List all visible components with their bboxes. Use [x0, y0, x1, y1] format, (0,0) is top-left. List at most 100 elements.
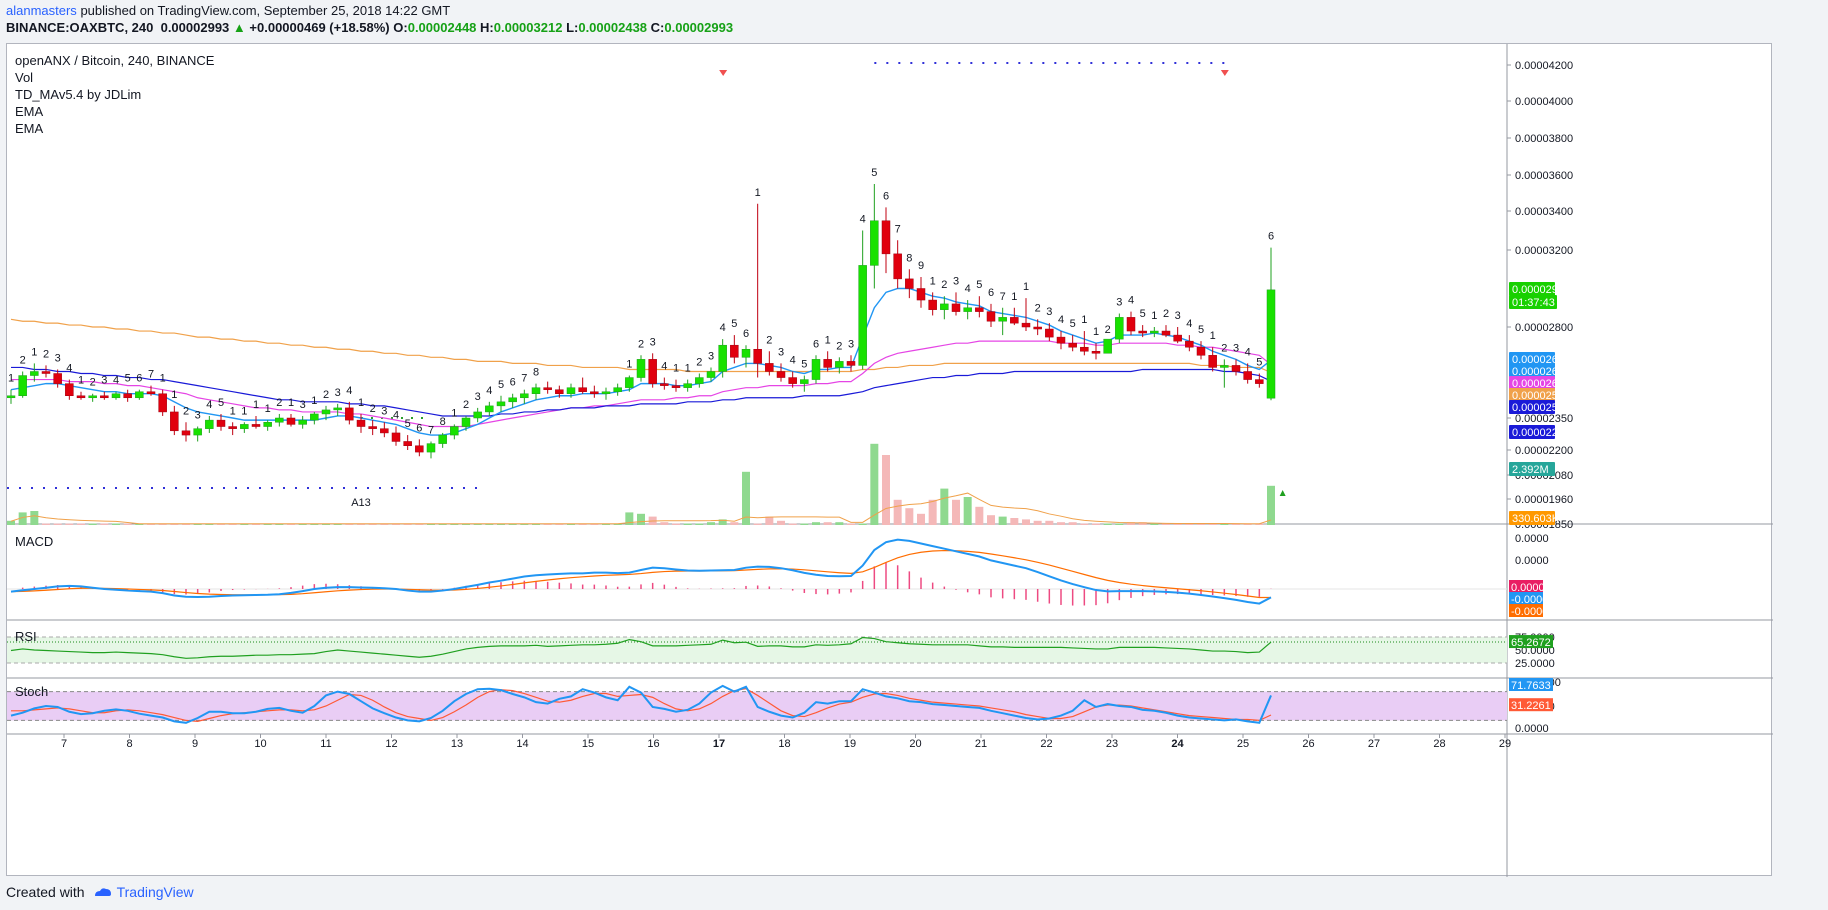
volume-bar	[77, 523, 85, 525]
td-count-label: 3	[708, 350, 714, 362]
time-tick-label: 16	[647, 738, 659, 750]
td-count-label: 2	[183, 405, 189, 417]
candle-body	[636, 359, 646, 378]
candle-body	[1103, 338, 1112, 354]
candle-body	[496, 401, 506, 407]
tradingview-link[interactable]: TradingView	[93, 884, 194, 900]
candle-body	[1115, 317, 1124, 340]
price-tick-label: 0.00003400	[1515, 206, 1573, 218]
candle-body	[916, 288, 926, 301]
volume-bar	[987, 515, 995, 525]
legend-vol[interactable]: Vol	[15, 69, 214, 86]
candle-body	[846, 361, 856, 366]
td-count-label: 1	[685, 363, 691, 375]
candle-body	[415, 445, 424, 453]
td-count-label: 3	[475, 391, 481, 403]
candle-body	[695, 377, 704, 384]
candle-body	[240, 424, 249, 429]
candle-body	[426, 443, 436, 453]
volume-bar	[823, 522, 832, 525]
td-count-label: 3	[195, 410, 201, 422]
volume-bar	[1115, 523, 1124, 525]
td-count-label: 2	[276, 397, 282, 409]
candle-body	[1266, 289, 1276, 399]
legend-td[interactable]: TD_MAv5.4 by JDLim	[15, 86, 214, 103]
footer: Created with TradingView	[6, 884, 194, 900]
candle-body	[683, 383, 692, 388]
candle-body	[485, 405, 494, 413]
candle-body	[531, 387, 541, 394]
candle-body	[671, 385, 681, 388]
volume-bar	[917, 513, 925, 525]
rsi-badge-label: 65.2672	[1511, 637, 1551, 649]
candle-body	[450, 426, 459, 436]
volume-bar	[940, 488, 949, 525]
time-tick-label: 15	[582, 738, 594, 750]
td-count-label: 1	[1093, 326, 1099, 338]
price-tick-label: 0.00002800	[1515, 322, 1573, 334]
candle-body	[1173, 334, 1182, 342]
candle-body	[1243, 371, 1252, 380]
candle-body	[601, 391, 611, 394]
td-count-label: 1	[1151, 310, 1157, 322]
time-tick-label: 17	[713, 738, 725, 750]
td-count-label: 5	[125, 373, 131, 385]
candle-body	[205, 419, 214, 429]
candle-body	[788, 377, 797, 384]
author-link[interactable]: alanmasters	[6, 3, 77, 18]
td-count-label: 5	[1070, 318, 1076, 330]
candle-body	[648, 359, 657, 384]
candle-body	[1220, 365, 1229, 368]
candle-body	[76, 395, 86, 399]
td-count-label: 5	[871, 167, 877, 179]
legend-ema-1[interactable]: EMA	[15, 103, 214, 120]
td-count-label: 2	[90, 377, 96, 389]
candle-body	[870, 220, 879, 266]
td-count-label: 7	[148, 369, 154, 381]
chart-canvas[interactable]: 0.00004200 0.00004000 0.00003800 0.00003600…	[7, 44, 1773, 877]
chart-container[interactable]: 0.00004200 0.00004000 0.00003800 0.00003600…	[6, 43, 1773, 877]
td-count-label: 2	[323, 389, 329, 401]
low-label: L:	[566, 20, 579, 35]
candle-body	[438, 434, 447, 444]
candle-body	[928, 299, 937, 310]
price-badge-label: 0.00002532	[1512, 402, 1570, 414]
price-badge-label: 0.00002993	[1512, 284, 1570, 296]
volume-bar	[765, 516, 774, 525]
time-tick-label: 26	[1302, 738, 1314, 750]
candle-body	[776, 371, 786, 378]
time-tick-label: 28	[1433, 738, 1445, 750]
td-count-label: 2	[463, 399, 469, 411]
candle-body	[1045, 328, 1054, 338]
candle-body	[380, 428, 389, 434]
volume-bar	[882, 455, 890, 525]
candle-body	[170, 411, 179, 432]
candle-body	[65, 383, 74, 397]
price-tick-label: 0.00003600	[1515, 170, 1573, 182]
close-label: C:	[650, 20, 665, 35]
candle-body	[391, 432, 401, 442]
td-count-label: 1	[1023, 281, 1029, 293]
volume-bar	[952, 499, 960, 525]
candle-body	[321, 409, 331, 415]
last-price: 0.00002993	[160, 20, 230, 35]
stoch-pane-label: Stoch	[15, 684, 49, 699]
price-badge-label: 2.392M	[1512, 464, 1549, 476]
time-tick-label: 22	[1040, 738, 1052, 750]
legend-ema-2[interactable]: EMA	[15, 120, 214, 137]
price-tick-label: 0.00002200	[1515, 445, 1573, 457]
td-count-label: 1	[8, 373, 14, 385]
candle-body	[1010, 317, 1019, 324]
price-tick-label: 0.00001960	[1515, 494, 1573, 506]
time-tick-label: 14	[516, 738, 528, 750]
candle-body	[30, 371, 39, 376]
time-tick-label: 29	[1499, 738, 1511, 750]
candle-body	[193, 428, 202, 436]
td-count-label: 3	[300, 399, 306, 411]
td-count-label: 2	[1163, 308, 1169, 320]
ohlc-header: BINANCE:OAXBTC, 240 0.00002993 ▲ +0.0000…	[6, 20, 733, 35]
candle-body	[1068, 342, 1077, 348]
candle-body	[578, 387, 587, 392]
price-badge-label: 0.00002278	[1512, 427, 1570, 439]
high-value: 0.00003212	[493, 20, 563, 35]
